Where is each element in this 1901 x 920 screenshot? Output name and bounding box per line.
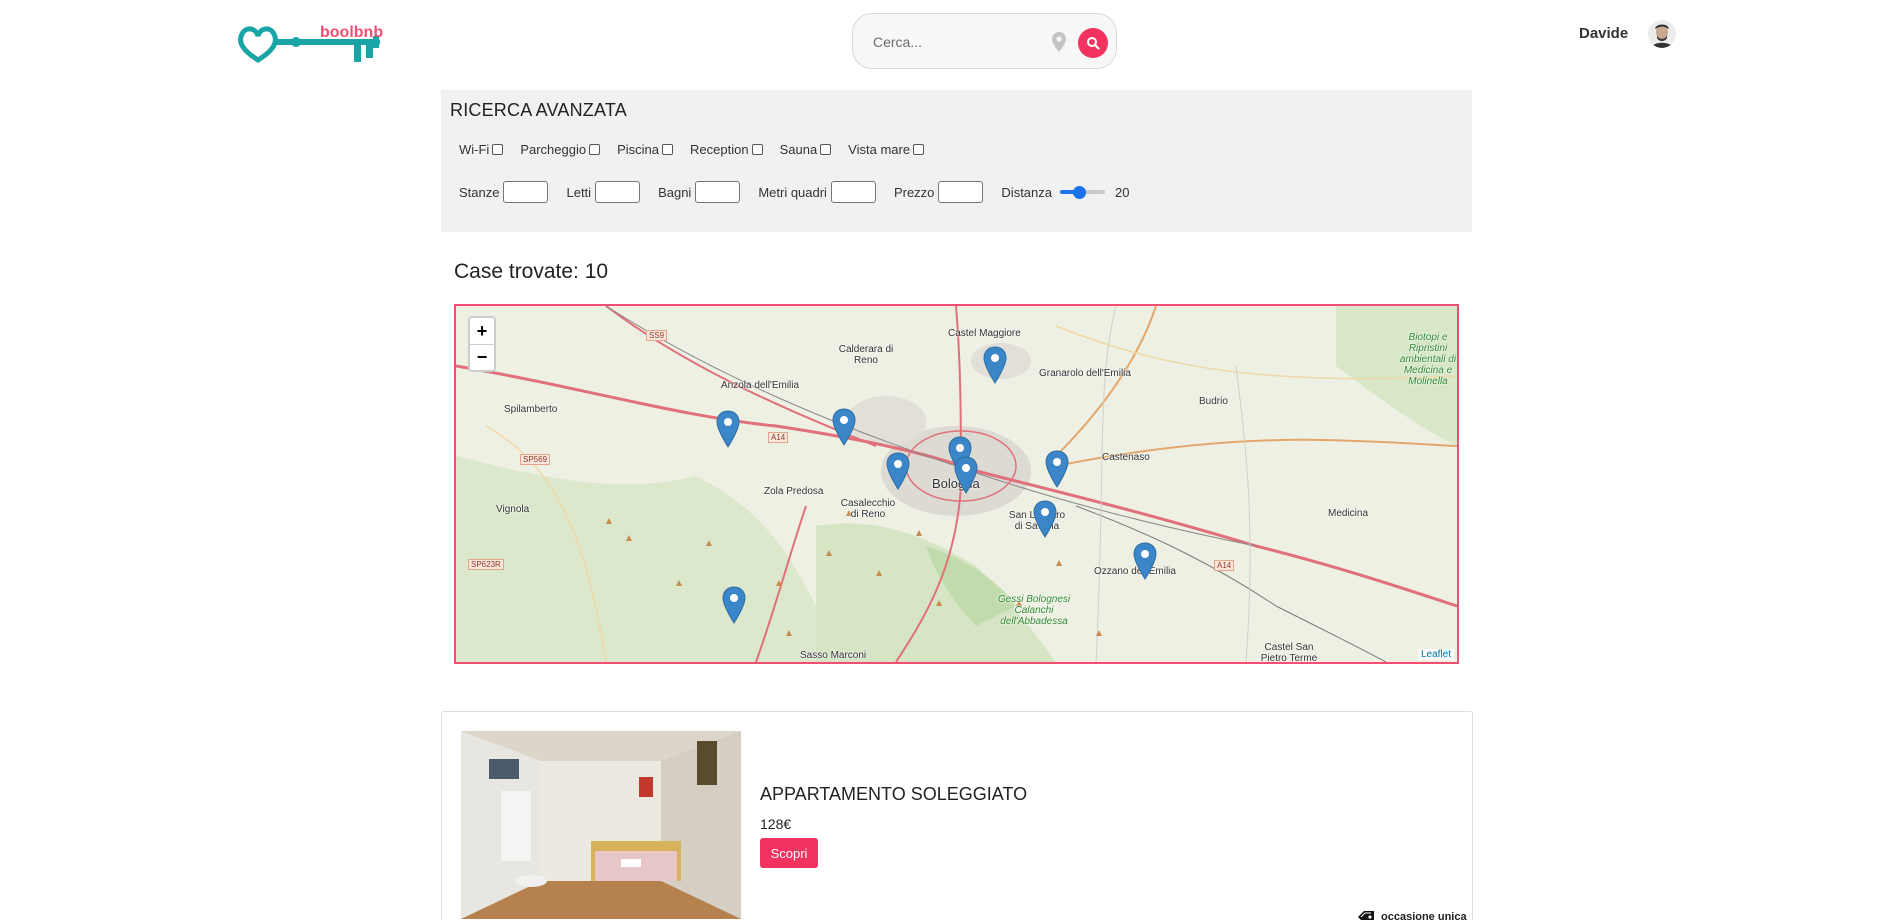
map-marker[interactable] [954, 456, 978, 494]
map-place-label: Vignola [496, 504, 530, 515]
user-name[interactable]: Davide [1579, 25, 1628, 42]
map-place-label: Calderara di Reno [838, 344, 894, 366]
service-sauna[interactable]: Sauna [780, 142, 832, 157]
parking-checkbox[interactable] [589, 144, 601, 155]
sauna-checkbox[interactable] [820, 144, 832, 155]
map-marker[interactable] [1033, 500, 1057, 538]
map-marker[interactable] [832, 408, 856, 446]
map-marker[interactable] [1045, 450, 1069, 488]
listing-title[interactable]: APPARTAMENTO SOLEGGIATO [760, 784, 1027, 805]
map-place-label: Castenaso [1102, 452, 1150, 463]
results-count: Case trovate: 10 [454, 260, 609, 283]
baths-input[interactable] [695, 181, 741, 203]
zoom-in-button[interactable]: + [470, 318, 494, 344]
distance-slider[interactable] [1060, 184, 1105, 200]
baths-label: Bagni [658, 184, 692, 200]
user-avatar-icon [1648, 20, 1676, 48]
map-place-label: Spilamberto [504, 404, 558, 415]
listing-card: APPARTAMENTO SOLEGGIATO 128€ Scopri occa… [441, 711, 1473, 920]
map-place-label: Castel San Pietro Terme [1260, 642, 1318, 664]
service-reception[interactable]: Reception [690, 142, 763, 157]
road-shield: A14 [1214, 560, 1235, 571]
map-marker[interactable] [722, 586, 746, 624]
service-label: Vista mare [848, 142, 911, 157]
search-icon [1087, 37, 1100, 50]
rooms-input[interactable] [503, 181, 549, 203]
service-sea-view[interactable]: Vista mare [848, 142, 925, 157]
results-map[interactable]: SS9 A14 SP569 SP623R A14 Castel Maggiore… [454, 304, 1459, 664]
map-place-label: Medicina [1328, 508, 1369, 519]
price-label: Prezzo [893, 184, 935, 200]
tag-icon [1358, 911, 1374, 920]
service-label: Piscina [617, 142, 660, 157]
map-marker[interactable] [886, 452, 910, 490]
price-filter: Prezzo [893, 181, 984, 203]
apartment-photo-icon [461, 731, 741, 919]
map-place-label: Zola Predosa [764, 486, 824, 497]
pool-checkbox[interactable] [662, 144, 674, 155]
map-attribution[interactable]: Leaflet [1417, 649, 1454, 660]
beds-label: Letti [566, 184, 592, 200]
map-park-label: Biotopi e Ripristini ambientali di Medic… [1399, 332, 1457, 387]
road-shield: SP569 [520, 454, 551, 465]
map-place-label: Sasso Marconi [800, 650, 867, 661]
search-input[interactable] [873, 31, 1023, 53]
badge-label: occasione unica [1381, 911, 1467, 920]
service-label: Parcheggio [520, 142, 587, 157]
price-input[interactable] [938, 181, 984, 203]
wifi-checkbox[interactable] [492, 144, 504, 155]
road-shield: SS9 [646, 330, 668, 341]
service-label: Wi-Fi [459, 142, 490, 157]
service-wifi[interactable]: Wi-Fi [459, 142, 504, 157]
service-label: Sauna [779, 142, 818, 157]
road-shield: SP623R [468, 559, 504, 570]
map-place-label: Anzola dell'Emilia [721, 380, 800, 391]
beds-input[interactable] [595, 181, 641, 203]
sponsored-badge: occasione unica [1357, 910, 1467, 920]
zoom-out-button[interactable]: − [470, 344, 494, 370]
beds-filter: Letti [566, 181, 641, 203]
map-place-label: Budrio [1199, 396, 1228, 407]
slider-thumb[interactable] [1072, 186, 1086, 199]
sqm-filter: Metri quadri [758, 181, 876, 203]
distance-value: 20 [1115, 184, 1130, 200]
map-place-label: Granarolo dell'Emilia [1039, 368, 1131, 379]
location-pin-icon[interactable] [1051, 31, 1067, 53]
service-parking[interactable]: Parcheggio [520, 142, 601, 157]
sea-view-checkbox[interactable] [913, 144, 925, 155]
baths-filter: Bagni [658, 181, 741, 203]
reception-checkbox[interactable] [751, 144, 763, 155]
logo-text: boolbnb [320, 24, 384, 41]
services-filter-row: Wi-Fi Parcheggio Piscina Reception Sauna… [459, 142, 925, 157]
avatar[interactable] [1648, 20, 1676, 48]
service-pool[interactable]: Piscina [617, 142, 674, 157]
map-marker[interactable] [983, 346, 1007, 384]
map-marker[interactable] [1133, 542, 1157, 580]
listing-photo[interactable] [461, 731, 741, 919]
rooms-filter: Stanze [459, 181, 549, 203]
distance-filter: Distanza 20 [1001, 184, 1129, 200]
zoom-control: + − [468, 316, 496, 372]
sqm-input[interactable] [830, 181, 876, 203]
listing-price: 128€ [760, 816, 792, 832]
sqm-label: Metri quadri [758, 184, 827, 200]
discover-button[interactable]: Scopri [760, 838, 818, 868]
map-marker[interactable] [716, 410, 740, 448]
advanced-search-panel: RICERCA AVANZATA Wi-Fi Parcheggio Piscin… [441, 90, 1472, 232]
rooms-label: Stanze [459, 184, 500, 200]
service-label: Reception [690, 142, 749, 157]
road-shield: A14 [768, 432, 789, 443]
advanced-search-title: RICERCA AVANZATA [450, 100, 627, 120]
search-button[interactable] [1078, 28, 1108, 58]
numeric-filter-row: Stanze Letti Bagni Metri quadri Prezzo D… [459, 181, 1147, 203]
distance-label: Distanza [1001, 184, 1052, 200]
map-park-label: Gessi Bolognesi Calanchi dell'Abbadessa [997, 594, 1071, 627]
map-place-label: Casalecchio di Reno [840, 498, 896, 520]
map-place-label: Castel Maggiore [948, 328, 1021, 339]
search-bar [852, 13, 1117, 69]
